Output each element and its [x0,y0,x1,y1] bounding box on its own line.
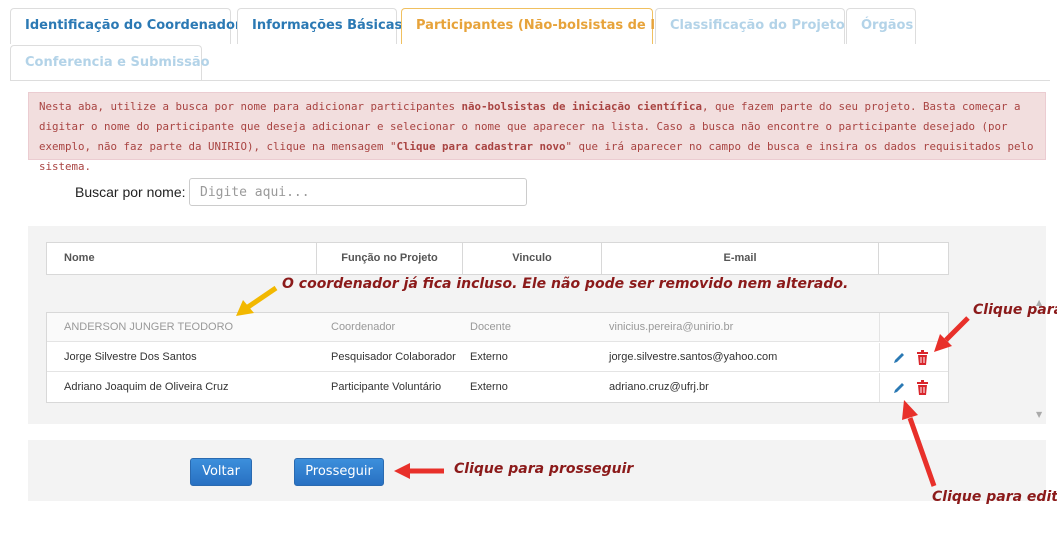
yellow-arrow-icon [236,285,278,316]
red-arrow-icon [902,400,937,487]
red-arrow-icon [934,316,970,352]
annotation-arrows [236,285,970,487]
red-arrow-icon [394,463,444,479]
